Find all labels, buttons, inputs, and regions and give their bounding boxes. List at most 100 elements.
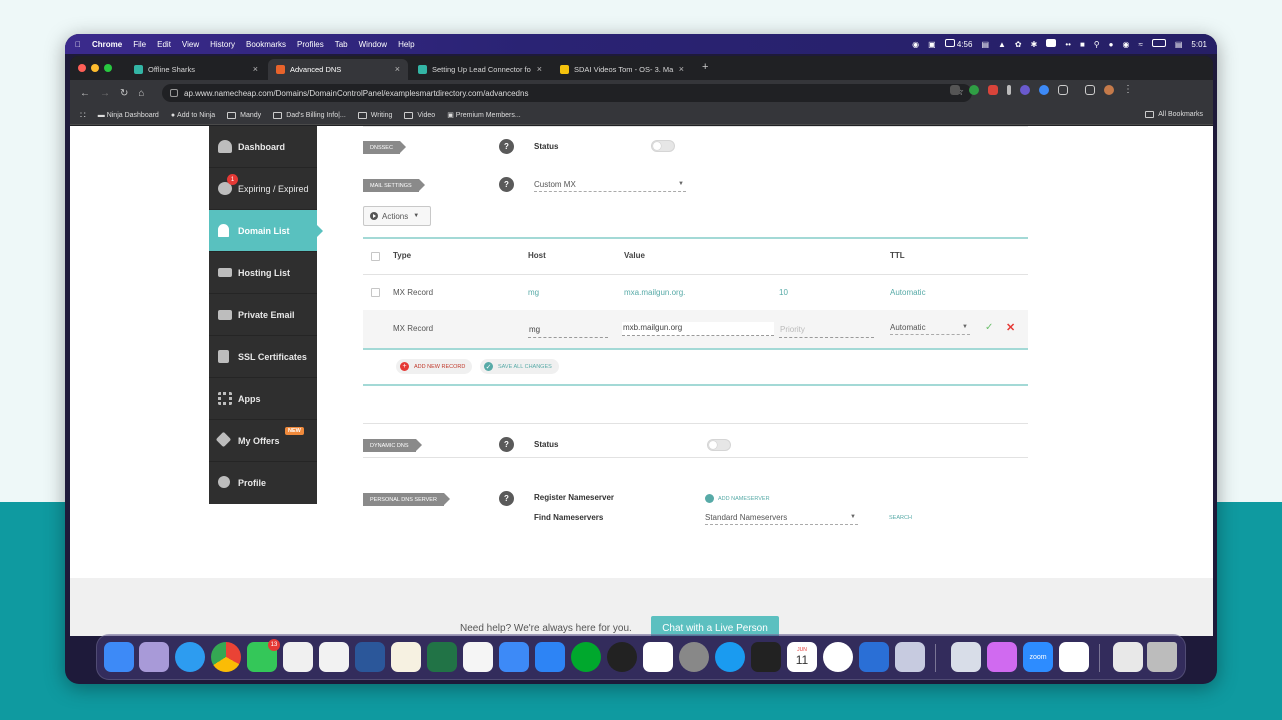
menu-help[interactable]: Help [398, 40, 414, 49]
status-icon[interactable]: ◉ [912, 40, 919, 49]
evernote-icon[interactable] [571, 642, 601, 672]
preview-icon[interactable] [951, 642, 981, 672]
extension-icon[interactable] [950, 84, 960, 95]
bookmark-folder-video[interactable]: Video [404, 111, 435, 119]
app-icon[interactable] [859, 642, 889, 672]
menu-chrome[interactable]: Chrome [92, 40, 122, 49]
menu-window[interactable]: Window [359, 40, 387, 49]
extension-icon[interactable] [1039, 84, 1049, 95]
menu-view[interactable]: View [182, 40, 199, 49]
menu-history[interactable]: History [210, 40, 235, 49]
bookmark-add-to-ninja[interactable]: ● Add to Ninja [171, 112, 215, 119]
chrome-icon[interactable] [211, 642, 241, 672]
asana-icon[interactable] [283, 642, 313, 672]
menu-profiles[interactable]: Profiles [297, 40, 324, 49]
home-icon[interactable]: ⌂ [138, 88, 144, 99]
tab-advanced-dns[interactable]: Advanced DNS × [268, 59, 408, 80]
app-icon[interactable] [987, 642, 1017, 672]
close-tab-icon[interactable]: × [395, 64, 400, 74]
bookmark-folder-mandy[interactable]: Mandy [227, 111, 261, 119]
safari-icon[interactable] [175, 642, 205, 672]
extension-icon[interactable] [1020, 84, 1030, 95]
record-ttl[interactable]: Automatic [890, 288, 926, 297]
dynamic-dns-toggle[interactable] [707, 439, 731, 451]
status-icon[interactable]: ▣ [928, 40, 936, 49]
add-nameserver-button[interactable]: ADD NAMESERVER [705, 494, 770, 503]
value-input[interactable]: mxb.mailgun.org [622, 322, 774, 336]
app-store-icon[interactable] [535, 642, 565, 672]
kebab-menu-icon[interactable]: ⋮ [1123, 84, 1133, 95]
dnssec-toggle[interactable] [651, 140, 675, 152]
close-tab-icon[interactable]: × [536, 64, 542, 74]
notes-icon[interactable] [463, 642, 493, 672]
edit-type[interactable]: MX Record [393, 324, 433, 333]
status-icon[interactable]: ▤ [981, 40, 989, 49]
record-priority[interactable]: 10 [779, 288, 788, 297]
close-tab-icon[interactable]: × [253, 64, 258, 74]
menu-tab[interactable]: Tab [335, 40, 348, 49]
record-type[interactable]: MX Record [393, 288, 433, 297]
tab-offline-sharks[interactable]: Offline Sharks × [126, 59, 266, 80]
apple-menu-icon[interactable]:  [75, 40, 81, 49]
back-icon[interactable]: ← [80, 88, 90, 99]
address-bar[interactable]: ap.www.namecheap.com/Domains/DomainContr… [162, 84, 972, 102]
bookmark-premium-members[interactable]: ▣ Premium Members... [447, 111, 521, 120]
eyedropper-icon[interactable] [1007, 84, 1011, 95]
sidebar-item-dashboard[interactable]: Dashboard [209, 126, 317, 168]
add-new-record-button[interactable]: + ADD NEW RECORD [396, 359, 473, 374]
priority-input[interactable]: Priority [779, 324, 874, 338]
status-icon[interactable]: ◉ [1122, 40, 1129, 49]
timer-icon[interactable]: 4:56 [944, 39, 972, 49]
close-window-button[interactable] [78, 64, 86, 72]
sidebar-item-apps[interactable]: Apps [209, 378, 317, 420]
avatar[interactable] [1104, 84, 1114, 95]
butterfly-app-icon[interactable] [391, 642, 421, 672]
extension-icon[interactable] [988, 84, 998, 95]
help-icon[interactable]: ? [499, 177, 514, 192]
excel-icon[interactable] [427, 642, 457, 672]
apps-grid-icon[interactable]: ∷ [80, 110, 86, 121]
screen-share-icon[interactable] [1046, 39, 1057, 49]
help-icon[interactable]: ? [499, 491, 514, 506]
bluetooth-icon[interactable]: ✱ [1031, 40, 1038, 49]
new-tab-button[interactable]: + [702, 61, 708, 73]
scrivener-icon[interactable] [319, 642, 349, 672]
sidebar-item-ssl[interactable]: SSL Certificates [209, 336, 317, 378]
tab-lead-connector[interactable]: Setting Up Lead Connector fo × [410, 59, 550, 80]
sidebar-item-my-offers[interactable]: My Offers NEW [209, 420, 317, 462]
menu-bookmarks[interactable]: Bookmarks [246, 40, 286, 49]
control-center-icon[interactable]: ▤ [1175, 40, 1183, 49]
status-icon[interactable]: •• [1065, 40, 1071, 49]
status-icon[interactable]: ▲ [998, 40, 1006, 49]
iphone-mirroring-icon[interactable] [895, 642, 925, 672]
search-icon[interactable]: ⚲ [1094, 40, 1100, 49]
battery-icon[interactable] [1151, 39, 1166, 49]
wifi-icon[interactable]: ≈ [1138, 40, 1142, 49]
minimize-window-button[interactable] [91, 64, 99, 72]
skype-icon[interactable] [715, 642, 745, 672]
mail-settings-dropdown[interactable]: Custom MX ▼ [534, 180, 686, 192]
chat-live-person-button[interactable]: Chat with a Live Person [651, 616, 779, 636]
site-info-icon[interactable] [170, 89, 178, 97]
menu-edit[interactable]: Edit [157, 40, 171, 49]
host-input[interactable]: mg [528, 324, 608, 338]
help-icon[interactable]: ? [499, 437, 514, 452]
zoom-window-button[interactable] [104, 64, 112, 72]
obs-icon[interactable] [607, 642, 637, 672]
status-icon[interactable]: ✿ [1015, 40, 1022, 49]
downloads-stack-icon[interactable] [1113, 642, 1143, 672]
bookmark-folder-writing[interactable]: Writing [357, 111, 392, 119]
bookmark-folder-dads-billing[interactable]: Dad's Billing Info|... [273, 111, 346, 119]
sidebar-item-domain-list[interactable]: Domain List [209, 210, 323, 252]
row-checkbox[interactable] [371, 288, 380, 297]
search-button[interactable]: SEARCH [889, 515, 912, 521]
side-panel-icon[interactable] [1085, 84, 1095, 95]
app-icon[interactable] [823, 642, 853, 672]
slack-icon[interactable] [643, 642, 673, 672]
menubar-clock[interactable]: 5:01 [1191, 40, 1207, 49]
sidebar-item-hosting-list[interactable]: Hosting List [209, 252, 317, 294]
forward-icon[interactable]: → [100, 88, 110, 99]
all-bookmarks-button[interactable]: All Bookmarks [1145, 111, 1203, 118]
record-value[interactable]: mxa.mailgun.org. [624, 288, 685, 297]
sidebar-item-profile[interactable]: Profile [209, 462, 317, 504]
